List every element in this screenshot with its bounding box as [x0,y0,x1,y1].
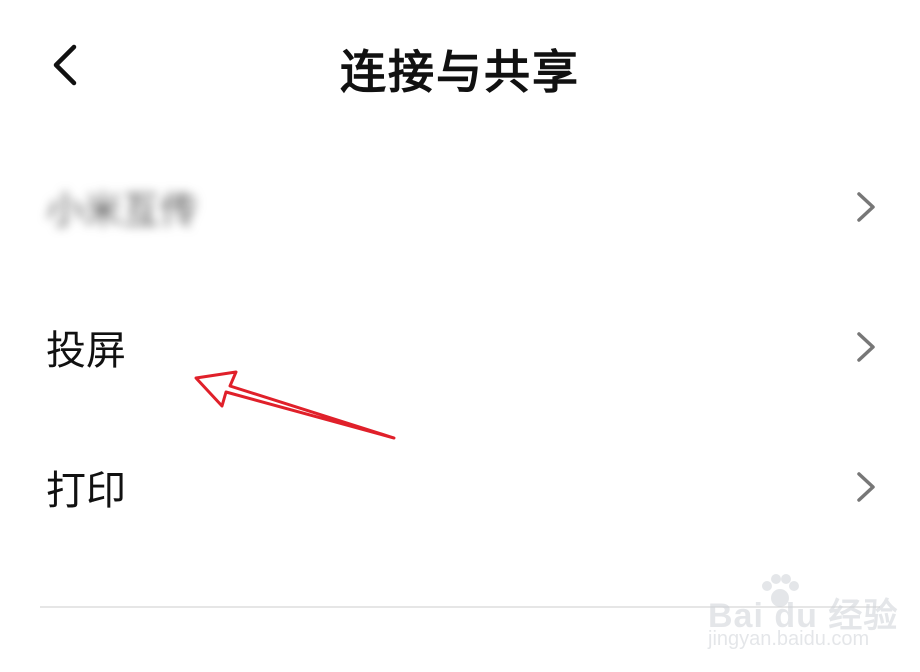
list-item-print[interactable]: 打印 [0,422,920,552]
header-bar: 连接与共享 [0,0,920,130]
chevron-right-icon [857,472,875,502]
list-item-label: 打印 [46,468,126,514]
watermark: Bai du 经验 jingyan.baidu.com [700,572,900,662]
list-item-label: 小米互传 [46,188,199,233]
connect-share-screen: 连接与共享 小米互传 投屏 打印 Bai du 经验 jingyan.baidu [0,0,920,672]
list-item-label: 投屏 [46,328,126,374]
list-item-mi-share[interactable]: 小米互传 [0,142,920,272]
chevron-right-icon [857,332,875,362]
watermark-site: jingyan.baidu.com [708,628,870,650]
page-title: 连接与共享 [340,45,580,99]
chevron-right-icon [857,192,875,222]
list-item-screen-cast[interactable]: 投屏 [0,282,920,412]
